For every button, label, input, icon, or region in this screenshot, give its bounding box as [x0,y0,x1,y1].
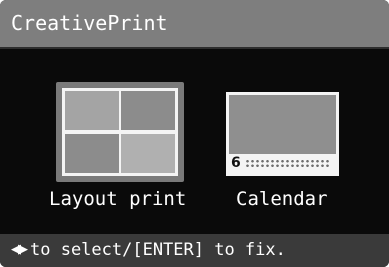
title-bar: CreativePrint [0,0,389,49]
help-bar: ◀▶ to select/[ENTER] to fix. [0,234,389,267]
layout-cell [65,91,119,130]
layout-cell [121,91,175,130]
layout-grid-icon [62,88,178,176]
layout-print-option[interactable] [56,82,184,182]
calendar-label[interactable]: Calendar [236,187,328,211]
app-title: CreativePrint [11,11,168,35]
screen: CreativePrint Layout print 6 Calendar ◀▶… [0,0,389,267]
calendar-days-grid [245,159,331,168]
layout-print-label[interactable]: Layout print [49,187,186,211]
calendar-date-strip: 6 [229,154,336,173]
calendar-icon: 6 [226,92,339,176]
calendar-month-number: 6 [231,155,241,171]
calendar-option[interactable]: 6 [226,82,354,182]
layout-cell [121,134,175,173]
left-right-arrow-icon: ◀▶ [11,242,28,257]
help-text: to select/[ENTER] to fix. [30,240,286,260]
layout-cell [65,134,119,173]
